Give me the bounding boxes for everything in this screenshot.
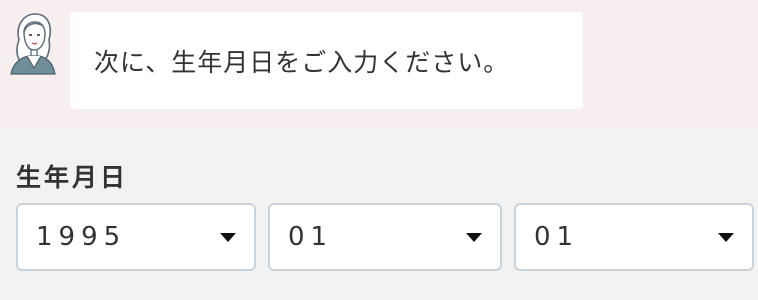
birth-month-select[interactable]: 01	[268, 203, 502, 271]
birth-day-value: 01	[534, 222, 580, 252]
caret-down-icon	[466, 233, 482, 242]
woman-avatar-icon	[5, 10, 57, 76]
chat-area: 次に、生年月日をご入力ください。	[0, 0, 758, 130]
birth-day-select[interactable]: 01	[514, 203, 754, 271]
birth-year-value: 1995	[36, 222, 127, 252]
caret-down-icon	[718, 233, 734, 242]
birth-year-select[interactable]: 1995	[16, 203, 256, 271]
birthdate-form: 生年月日 1995 01 01	[0, 130, 758, 300]
caret-down-icon	[220, 233, 236, 242]
chat-message-bubble: 次に、生年月日をご入力ください。	[70, 12, 583, 109]
birth-month-value: 01	[288, 222, 334, 252]
chat-message-text: 次に、生年月日をご入力ください。	[94, 47, 510, 77]
birthdate-label: 生年月日	[16, 163, 129, 192]
